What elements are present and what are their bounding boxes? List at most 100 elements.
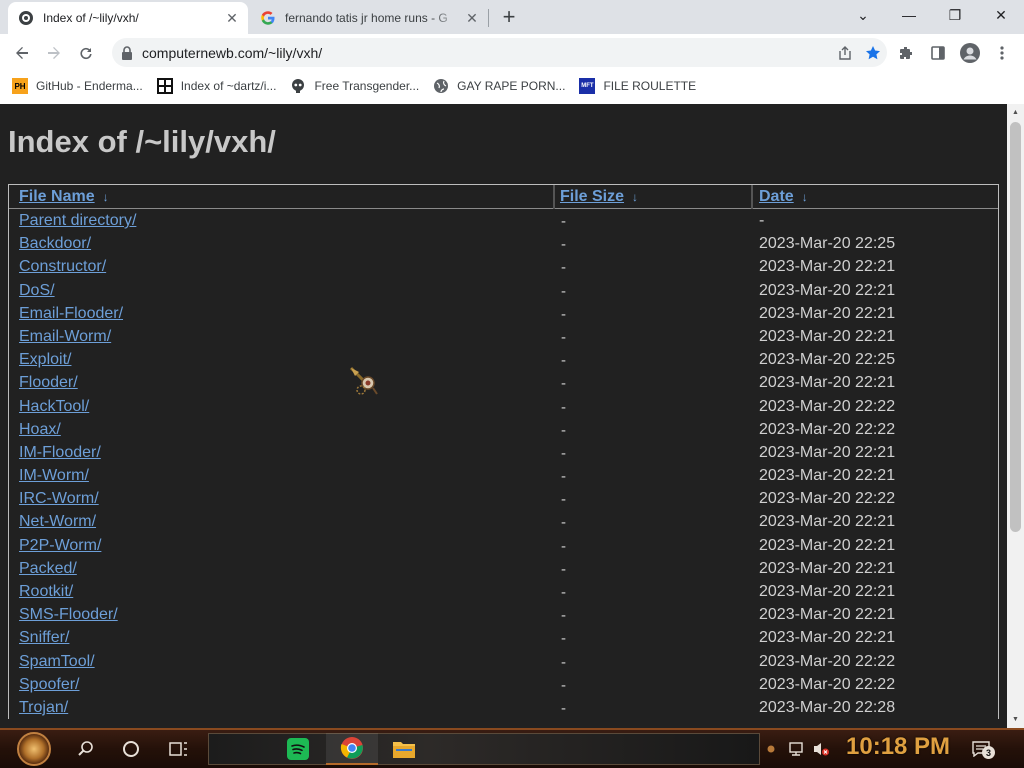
address-bar[interactable]: computernewb.com/~lily/vxh/ [112, 38, 887, 67]
google-icon [260, 10, 276, 26]
file-name-link[interactable]: Trojan/ [19, 699, 68, 717]
sort-arrow-icon: ↓ [632, 190, 639, 204]
globe-icon [433, 78, 449, 94]
extensions-icon[interactable] [892, 39, 920, 67]
file-date: 2023-Mar-20 22:21 [759, 258, 896, 276]
file-size: - [561, 259, 566, 277]
taskbar-chrome-button[interactable] [326, 733, 378, 765]
file-name-link[interactable]: Email-Flooder/ [19, 305, 123, 323]
sort-by-date-link[interactable]: Date ↓ [759, 188, 808, 206]
file-name-link[interactable]: Rootkit/ [19, 583, 73, 601]
file-size: - [561, 305, 566, 323]
file-name-link[interactable]: Exploit/ [19, 351, 71, 369]
file-date: 2023-Mar-20 22:28 [759, 698, 896, 716]
file-name-link[interactable]: Backdoor/ [19, 235, 91, 253]
file-name-link[interactable]: HackTool/ [19, 398, 89, 416]
animated-cursor-sprite-icon [349, 366, 378, 395]
tray-chevron-icon[interactable] [766, 730, 776, 768]
table-row: SMS-Flooder/ - 2023-Mar-20 22:21 [9, 603, 998, 626]
bookmark-item[interactable]: Free Transgender... [290, 74, 419, 98]
file-name-link[interactable]: Packed/ [19, 560, 77, 578]
file-size: - [561, 398, 566, 416]
table-row: IM-Flooder/ - 2023-Mar-20 22:21 [9, 441, 998, 464]
file-name-link[interactable]: Flooder/ [19, 374, 78, 392]
url-text[interactable]: computernewb.com/~lily/vxh/ [142, 45, 831, 61]
bookmark-label: Free Transgender... [314, 79, 420, 93]
steampunk-gear-start-icon [17, 732, 51, 766]
file-name-link[interactable]: Sniffer/ [19, 629, 69, 647]
minimize-button[interactable]: — [886, 0, 932, 30]
close-window-button[interactable]: ✕ [978, 0, 1024, 30]
file-size: - [561, 421, 566, 439]
file-size: - [561, 328, 566, 346]
bookmark-label: GitHub - Enderma... [36, 79, 143, 93]
file-name-link[interactable]: Email-Worm/ [19, 328, 111, 346]
close-tab-icon[interactable]: ✕ [462, 8, 482, 28]
side-panel-icon[interactable] [924, 39, 952, 67]
table-row: IRC-Worm/ - 2023-Mar-20 22:22 [9, 487, 998, 510]
tab-inactive[interactable]: fernando tatis jr home runs - G ✕ [250, 2, 488, 34]
task-view-button[interactable] [164, 730, 194, 768]
bookmark-label: GAY RAPE PORN... [457, 79, 566, 93]
scroll-up-arrow-icon[interactable]: ▲ [1011, 108, 1020, 117]
volume-muted-icon[interactable] [812, 730, 830, 768]
file-date: 2023-Mar-20 22:21 [759, 281, 896, 299]
file-name-link[interactable]: SpamTool/ [19, 653, 95, 671]
menu-kebab-icon[interactable] [988, 39, 1016, 67]
bookmark-item[interactable]: PH GitHub - Enderma... [12, 74, 143, 98]
search-icon [78, 741, 93, 756]
file-date: 2023-Mar-20 22:25 [759, 351, 896, 369]
bookmark-item[interactable]: GAY RAPE PORN... [433, 74, 565, 98]
bookmark-star-icon[interactable] [859, 41, 887, 65]
table-row: SpamTool/ - 2023-Mar-20 22:22 [9, 650, 998, 673]
search-button[interactable] [70, 730, 102, 768]
sort-by-name-link[interactable]: File Name ↓ [19, 188, 109, 206]
restore-button[interactable]: ❐ [932, 0, 978, 30]
vertical-scrollbar[interactable]: ▲ ▼ [1007, 104, 1024, 728]
cortana-button[interactable] [116, 730, 146, 768]
taskbar-clock[interactable]: 10:18 PM [846, 733, 950, 761]
file-date: 2023-Mar-20 22:21 [759, 606, 896, 624]
profile-avatar[interactable] [956, 39, 984, 67]
directory-listing-table: File Name ↓ File Size ↓ Date ↓ Parent direc… [8, 184, 999, 720]
new-tab-button[interactable]: + [497, 4, 521, 29]
file-size: - [561, 444, 566, 462]
file-name-link[interactable]: IM-Flooder/ [19, 444, 101, 462]
file-size: - [561, 375, 566, 393]
reload-button[interactable] [72, 39, 100, 67]
taskbar-file-explorer-button[interactable] [378, 733, 430, 765]
bookmark-item[interactable]: MFT FILE ROULETTE [579, 74, 696, 98]
file-name-link[interactable]: IM-Worm/ [19, 467, 89, 485]
file-name-link[interactable]: SMS-Flooder/ [19, 606, 118, 624]
file-size: - [561, 699, 566, 717]
file-name-link[interactable]: IRC-Worm/ [19, 490, 99, 508]
close-tab-icon[interactable]: ✕ [222, 8, 242, 28]
table-row: IM-Worm/ - 2023-Mar-20 22:21 [9, 464, 998, 487]
file-name-link[interactable]: Net-Worm/ [19, 513, 96, 531]
column-header-size: File Size [560, 188, 625, 205]
file-name-link[interactable]: Hoax/ [19, 421, 61, 439]
file-date: - [759, 212, 765, 229]
forward-button[interactable] [40, 39, 68, 67]
taskbar-spotify-button[interactable] [272, 733, 324, 765]
file-name-link[interactable]: Constructor/ [19, 258, 106, 276]
file-name-link[interactable]: Spoofer/ [19, 676, 79, 694]
file-name-link[interactable]: DoS/ [19, 282, 55, 300]
network-icon[interactable] [788, 730, 806, 768]
file-date: 2023-Mar-20 22:21 [759, 513, 896, 531]
file-date: 2023-Mar-20 22:21 [759, 536, 896, 554]
scroll-down-arrow-icon[interactable]: ▼ [1011, 715, 1020, 724]
file-name-link[interactable]: P2P-Worm/ [19, 537, 101, 555]
share-icon[interactable] [831, 41, 859, 65]
file-name-link[interactable]: Parent directory/ [19, 212, 136, 230]
tab-active[interactable]: Index of /~lily/vxh/ ✕ [8, 2, 248, 34]
bookmark-label: FILE ROULETTE [603, 79, 697, 93]
scrollbar-thumb[interactable] [1010, 122, 1021, 532]
start-button[interactable] [6, 730, 62, 768]
file-size: - [561, 653, 566, 671]
lock-icon[interactable] [112, 45, 142, 60]
sort-by-size-link[interactable]: File Size ↓ [560, 188, 638, 206]
bookmark-item[interactable]: Index of ~dartz/i... [156, 74, 276, 98]
tab-search-chevron-icon[interactable]: ⌄ [840, 0, 886, 30]
back-button[interactable] [8, 39, 36, 67]
